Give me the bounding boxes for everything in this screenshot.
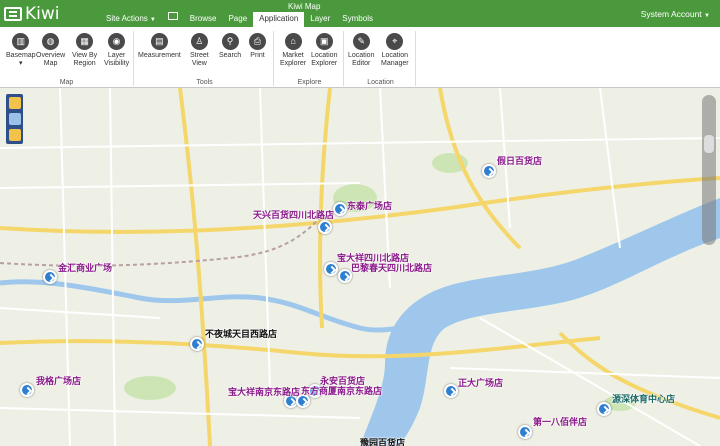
print-label: Print xyxy=(250,52,265,59)
market-explorer-label: Market Explorer xyxy=(280,52,307,67)
map-side-toolbar xyxy=(6,94,23,144)
store-label: 巴黎春天四川北路店 xyxy=(351,263,433,273)
store-marker[interactable] xyxy=(482,164,496,178)
top-bar: Kiwi Kiwi Map Site Actions ▼ Browse Page … xyxy=(0,0,720,27)
store-marker[interactable] xyxy=(20,383,34,397)
person-icon: ♙ xyxy=(190,33,208,50)
group-label-explore: Explore xyxy=(297,79,322,86)
location-manager-label: Location Manager xyxy=(381,52,409,67)
map-pin-icon: ⌖ xyxy=(386,33,404,50)
overview-map-label: Overview Map xyxy=(36,52,66,67)
store-label: 宝大祥南京东路店 xyxy=(228,387,301,397)
group-label-tools: Tools xyxy=(196,79,213,86)
market-explorer-button[interactable]: ⌂ Market Explorer xyxy=(280,33,306,68)
tab-symbols[interactable]: Symbols xyxy=(336,12,379,27)
chevron-down-icon: ▼ xyxy=(149,17,156,23)
ribbon-group-tools: ▤ Measurement ♙ Street View ⚲ Search ⎙ P… xyxy=(136,31,274,86)
location-editor-button[interactable]: ✎ Location Editor xyxy=(348,33,374,68)
ribbon-group-location: ✎ Location Editor ⌖ Location Manager Loc… xyxy=(346,31,416,86)
store-label: 豫园百货店 xyxy=(360,438,406,446)
basemap-label: Basemap ▾ xyxy=(6,52,36,67)
ribbon-group-map: ▥ Basemap ▾ ◍ Overview Map ▦ View By Regi… xyxy=(0,31,134,86)
street-view-label: Street View xyxy=(190,52,209,67)
store-label: 我格广场店 xyxy=(36,376,82,386)
search-label: Search xyxy=(219,52,242,59)
identify-tool-icon[interactable] xyxy=(8,113,21,125)
measurement-button[interactable]: ▤ Measurement xyxy=(138,33,181,60)
region-icon: ▦ xyxy=(76,33,94,50)
tab-application[interactable]: Application xyxy=(253,12,305,27)
ruler-icon: ▤ xyxy=(150,33,168,50)
store-marker[interactable] xyxy=(338,269,352,283)
market-icon: ⌂ xyxy=(284,33,302,50)
kiwi-logo[interactable]: Kiwi xyxy=(4,4,60,24)
store-marker[interactable] xyxy=(597,402,611,416)
location-explorer-icon: ▣ xyxy=(315,33,333,50)
ribbon-group-explore: ⌂ Market Explorer ▣ Location Explorer Ex… xyxy=(276,31,344,86)
store-label: 假日百货店 xyxy=(497,156,543,166)
store-label: 天兴百货四川北路店 xyxy=(253,210,335,220)
store-label: 东泰广场店 xyxy=(347,201,393,211)
measurement-label: Measurement xyxy=(138,52,181,59)
location-explorer-button[interactable]: ▣ Location Explorer xyxy=(311,33,337,68)
store-marker[interactable] xyxy=(518,425,532,439)
layer-visibility-label: Layer Visibility xyxy=(104,52,130,67)
group-label-location: Location xyxy=(367,79,394,86)
account-name: System Account xyxy=(640,9,702,19)
location-editor-label: Location Editor xyxy=(348,52,375,67)
app-title: Kiwi Map xyxy=(288,2,321,11)
chevron-down-icon: ▼ xyxy=(704,13,710,19)
search-button[interactable]: ⚲ Search xyxy=(219,33,241,60)
overview-map-button[interactable]: ◍ Overview Map xyxy=(36,33,65,68)
zoom-slider[interactable] xyxy=(702,95,716,245)
printer-icon: ⎙ xyxy=(249,33,266,50)
store-label: 东方商厦南京东路店 xyxy=(301,386,383,396)
location-explorer-label: Location Explorer xyxy=(311,52,338,67)
zoom-slider-handle[interactable] xyxy=(704,135,714,153)
tab-page[interactable]: Page xyxy=(222,12,253,27)
store-label: 金汇商业广场 xyxy=(58,263,113,273)
eye-icon: ◉ xyxy=(108,33,126,50)
print-button[interactable]: ⎙ Print xyxy=(249,33,266,60)
store-marker[interactable] xyxy=(324,262,338,276)
basemap-button[interactable]: ▥ Basemap ▾ xyxy=(6,33,36,68)
globe-icon: ◍ xyxy=(42,33,60,50)
kiwi-logo-icon xyxy=(4,7,22,21)
store-marker[interactable] xyxy=(444,384,458,398)
store-marker[interactable] xyxy=(333,202,347,216)
location-manager-button[interactable]: ⌖ Location Manager xyxy=(381,33,409,68)
store-marker[interactable] xyxy=(318,220,332,234)
site-actions-label: Site Actions xyxy=(106,14,148,23)
store-label: 源深体育中心店 xyxy=(612,394,676,404)
store-label: 正大广场店 xyxy=(458,378,504,388)
account-menu[interactable]: System Account ▼ xyxy=(641,9,710,19)
tab-layer[interactable]: Layer xyxy=(304,12,336,27)
store-label: 第一八佰伴店 xyxy=(533,417,588,427)
store-label: 不夜城天目西路店 xyxy=(205,329,278,339)
store-marker[interactable] xyxy=(190,337,204,351)
view-by-region-label: View By Region xyxy=(72,52,98,67)
layers-tool-icon[interactable] xyxy=(8,129,21,141)
tab-browse[interactable]: Browse xyxy=(184,12,223,27)
group-label-map: Map xyxy=(59,79,74,86)
navigate-up-icon[interactable] xyxy=(167,12,178,20)
nav-tabs: Site Actions ▼ Browse Page Application La… xyxy=(100,12,379,27)
pan-tool-icon[interactable] xyxy=(8,97,21,109)
view-by-region-button[interactable]: ▦ View By Region xyxy=(72,33,97,68)
logo-text: Kiwi xyxy=(25,4,60,24)
map-icon: ▥ xyxy=(12,33,30,50)
layer-visibility-button[interactable]: ◉ Layer Visibility xyxy=(104,33,129,68)
street-view-button[interactable]: ♙ Street View xyxy=(190,33,209,68)
search-icon: ⚲ xyxy=(221,33,239,50)
pencil-icon: ✎ xyxy=(352,33,370,50)
site-actions-menu[interactable]: Site Actions ▼ xyxy=(100,12,162,27)
ribbon-toolbar: ▥ Basemap ▾ ◍ Overview Map ▦ View By Regi… xyxy=(0,27,720,88)
store-marker[interactable] xyxy=(43,270,57,284)
map-canvas[interactable]: 假日百货店 东泰广场店 天兴百货四川北路店 宝大祥四川北路店 巴黎春天四川北路店… xyxy=(0,88,720,446)
